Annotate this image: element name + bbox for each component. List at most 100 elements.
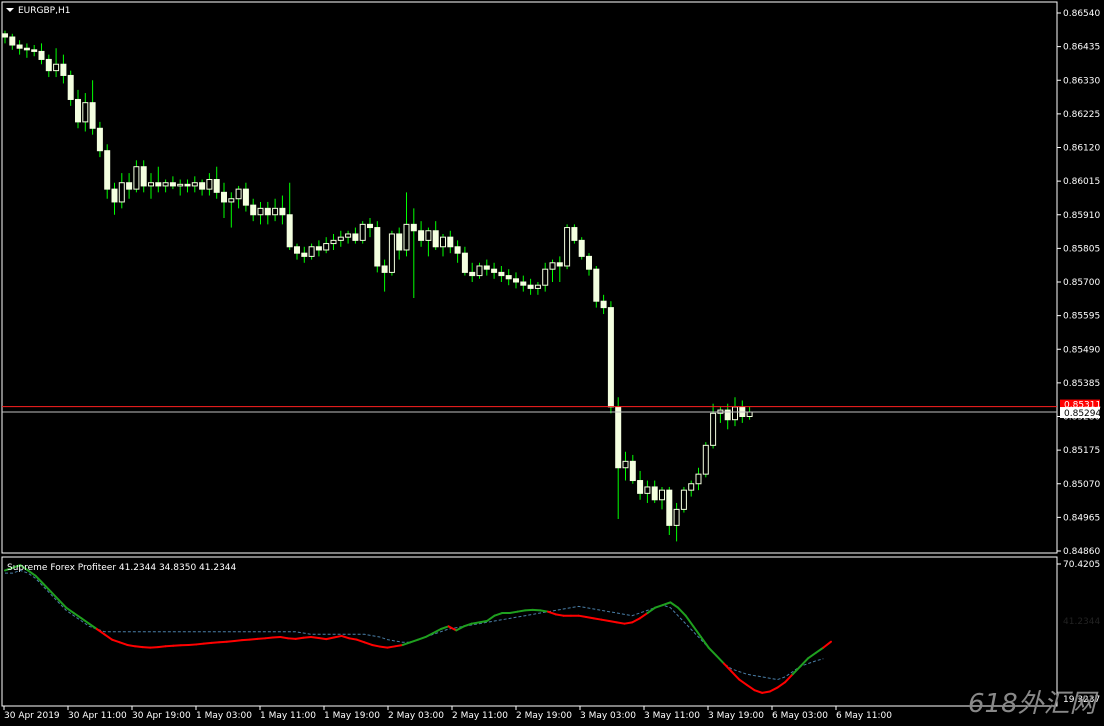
indicator-main-segment bbox=[516, 609, 527, 613]
candle-body bbox=[96, 127, 103, 152]
candle-body bbox=[279, 207, 286, 216]
candle-body bbox=[345, 233, 352, 238]
price-tick-label: 0.86225 bbox=[1063, 110, 1100, 120]
price-tick-label: 0.85070 bbox=[1063, 480, 1100, 490]
candle-body bbox=[169, 182, 176, 187]
candle-body bbox=[651, 486, 658, 501]
candle-body bbox=[286, 214, 293, 248]
indicator-main-segment bbox=[348, 637, 358, 641]
candle-body bbox=[155, 182, 162, 187]
candle-body bbox=[425, 230, 432, 241]
trading-chart[interactable]: 0.86540 0.86435 0.86330 0.86225 0.86120 0.860… bbox=[0, 0, 1104, 726]
indicator-main-segment bbox=[294, 636, 305, 640]
candle-body bbox=[242, 188, 249, 206]
indicator-label: Supreme Forex Profiteer 41.2344 34.8350 … bbox=[7, 563, 237, 573]
candle-body bbox=[337, 236, 344, 241]
price-tick-label: 0.85385 bbox=[1063, 379, 1100, 389]
price-tick-label: 0.86330 bbox=[1063, 76, 1100, 86]
indicator-main-segment bbox=[623, 621, 634, 625]
time-tick-label: 6 May 03:00 bbox=[772, 711, 828, 721]
indicator-main-segment bbox=[256, 637, 267, 640]
candle-body bbox=[38, 50, 45, 60]
candle-body bbox=[315, 246, 322, 251]
price-tick-label: 0.85805 bbox=[1063, 244, 1100, 254]
candle-body bbox=[695, 473, 702, 485]
candle-body bbox=[637, 480, 644, 494]
time-tick-label: 30 Apr 2019 bbox=[4, 711, 60, 721]
candle-body bbox=[593, 268, 600, 302]
indicator-main-segment bbox=[156, 645, 167, 649]
candle-body bbox=[556, 262, 563, 267]
candle-body bbox=[520, 281, 527, 286]
candle-body bbox=[381, 265, 388, 273]
candle-body bbox=[199, 182, 206, 190]
indicator-main-segment bbox=[577, 614, 588, 619]
indicator-main-segment bbox=[539, 609, 550, 613]
candle-body bbox=[75, 98, 81, 123]
indicator-main-segment bbox=[615, 621, 626, 625]
time-tick-label: 1 May 03:00 bbox=[196, 711, 252, 721]
candle-body bbox=[622, 460, 629, 469]
price-tick-label: 0.84860 bbox=[1063, 547, 1100, 557]
time-tick-label: 3 May 11:00 bbox=[644, 711, 700, 721]
candle-body bbox=[476, 265, 483, 277]
candle-body bbox=[228, 198, 235, 203]
candle-body bbox=[31, 49, 38, 52]
candle-body bbox=[498, 271, 505, 277]
candle-body bbox=[513, 278, 519, 283]
candle-body bbox=[410, 223, 417, 232]
indicator-main-segment bbox=[394, 643, 404, 648]
candle-body bbox=[177, 183, 184, 187]
candle-body bbox=[432, 230, 439, 248]
candle-body bbox=[330, 239, 337, 245]
candle-body bbox=[688, 483, 695, 491]
candle-body bbox=[308, 246, 315, 257]
candle-body bbox=[491, 268, 498, 273]
price-tick-label: 0.85595 bbox=[1063, 312, 1100, 322]
time-tick-label: 3 May 19:00 bbox=[708, 711, 764, 721]
candle-body bbox=[680, 489, 687, 510]
candle-body bbox=[162, 182, 169, 187]
indicator-main-segment bbox=[554, 613, 565, 617]
price-tick-label: 0.85700 bbox=[1063, 278, 1100, 288]
candle-body bbox=[67, 74, 74, 100]
candle-body bbox=[264, 207, 271, 216]
indicator-main-segment bbox=[600, 618, 611, 623]
indicator-main-segment bbox=[508, 610, 519, 615]
indicator-main-segment bbox=[378, 645, 389, 649]
indicator-main-segment bbox=[218, 640, 228, 644]
candle-body bbox=[527, 284, 534, 289]
candle-body bbox=[454, 246, 461, 254]
candle-body bbox=[418, 230, 425, 241]
indicator-main-segment bbox=[126, 643, 137, 648]
candle-body bbox=[272, 207, 279, 216]
indicator-main-segment bbox=[585, 616, 595, 620]
candle-body bbox=[600, 300, 607, 309]
candle-body bbox=[250, 204, 257, 216]
candle-body bbox=[148, 182, 154, 187]
candle-body bbox=[578, 239, 585, 257]
indicator-main-segment bbox=[531, 608, 542, 612]
indicator-main-segment bbox=[248, 637, 259, 641]
candle-body bbox=[746, 411, 753, 417]
candle-body bbox=[184, 183, 191, 187]
candle-body bbox=[53, 63, 60, 72]
indicator-main-segment bbox=[164, 644, 175, 648]
candle-body bbox=[542, 268, 549, 286]
candle-body bbox=[629, 460, 636, 482]
price-tick-label: 0.86540 bbox=[1063, 9, 1100, 19]
indicator-current-value: 41.2344 bbox=[1063, 617, 1100, 627]
indicator-main-segment bbox=[524, 608, 534, 612]
indicator-main-segment bbox=[309, 635, 320, 640]
indicator-main-segment bbox=[279, 635, 289, 640]
candle-body bbox=[2, 33, 8, 38]
candle-body bbox=[221, 191, 227, 203]
indicator-main-segment bbox=[149, 646, 159, 649]
watermark: 618外汇网 bbox=[968, 689, 1099, 719]
candle-body bbox=[564, 227, 571, 267]
candle-body bbox=[82, 102, 89, 123]
candle-body bbox=[60, 63, 67, 76]
candle-body bbox=[126, 182, 133, 190]
indicator-main-segment bbox=[592, 617, 603, 621]
time-tick-label: 1 May 19:00 bbox=[324, 711, 380, 721]
